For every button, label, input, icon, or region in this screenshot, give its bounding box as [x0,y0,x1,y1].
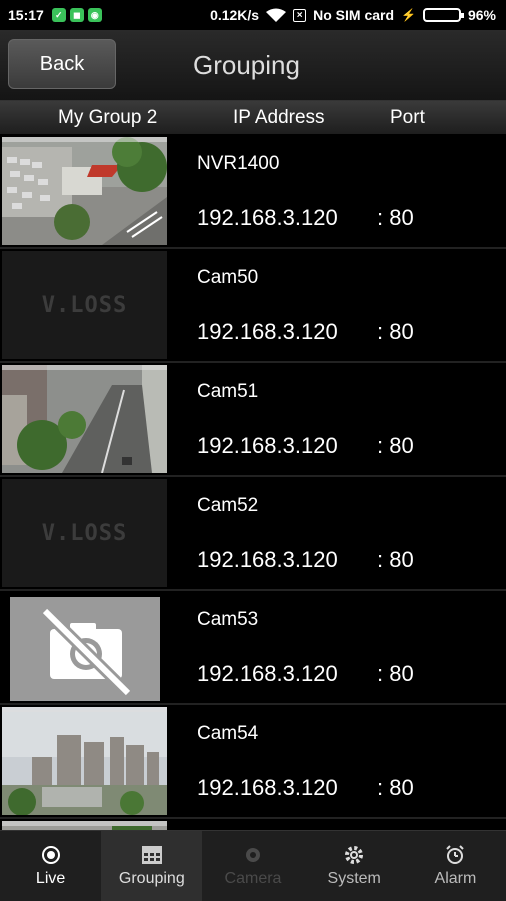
app-header: Back Grouping [0,30,506,101]
battery-percent: 96% [467,7,496,23]
no-camera-icon [40,606,133,698]
sim-status: No SIM card [313,7,395,23]
tab-alarm[interactable]: Alarm [405,831,506,901]
camera-thumbnail [2,365,167,473]
network-speed: 0.12K/s [210,7,260,23]
video-loss-placeholder: V.LOSS [2,251,167,359]
line-notification-icon: ◼ [69,8,84,22]
device-ip: 192.168.3.120 [197,319,338,344]
camera-thumbnail: V.LOSS [2,479,167,587]
device-name: Cam50 [197,267,259,288]
device-name: Cam51 [197,381,259,402]
device-port: : 80 [377,433,414,458]
ip-column-header: IP Address [233,107,325,128]
grouping-icon [141,844,163,866]
tab-label: Camera [224,870,282,887]
wifi-icon [266,8,287,22]
bottom-tab-bar: Live Grouping Camera System Alarm [0,830,506,901]
device-name: NVR1400 [197,153,280,174]
device-ip: 192.168.3.120 [197,661,338,686]
battery-icon [422,8,464,22]
device-list[interactable]: NVR1400 192.168.3.120 : 80 V.LOSS Cam50 … [0,135,506,830]
camera-thumbnail [2,821,167,830]
device-row[interactable]: V.LOSS Cam50 192.168.3.120 : 80 [0,249,506,363]
tab-label: Live [35,870,66,887]
status-bar: 15:17 ✓ ◼ ◉ 0.12K/s × No SIM card ⚡ 96% [0,0,506,30]
camera-thumbnail [10,597,160,701]
notification-icons: ✓ ◼ ◉ [51,8,102,22]
group-name-header[interactable]: My Group 2 [58,107,157,129]
device-row[interactable]: Cam54 192.168.3.120 : 80 [0,705,506,819]
device-name: Cam52 [197,495,259,516]
device-port: : 80 [377,547,414,572]
tab-label: Alarm [434,870,477,887]
city-skyline-image [2,707,167,815]
port-column-header: Port [390,107,425,128]
tab-label: System [327,870,381,887]
device-row[interactable]: V.LOSS Cam52 192.168.3.120 : 80 [0,477,506,591]
street-image [2,821,167,830]
app-notification-icon: ✓ [51,8,66,22]
sim-icon: × [293,8,307,22]
video-loss-placeholder: V.LOSS [2,479,167,587]
back-button[interactable]: Back [8,39,116,89]
status-right: 0.12K/s × No SIM card ⚡ 96% [210,7,496,23]
page-title: Grouping [193,50,300,80]
device-name: Cam54 [197,723,259,744]
device-ip: 192.168.3.120 [197,433,338,458]
device-name: Cam53 [197,609,259,630]
device-row[interactable]: Cam51 192.168.3.120 : 80 [0,363,506,477]
device-row[interactable]: Cam53 192.168.3.120 : 80 [0,591,506,705]
camera-thumbnail: V.LOSS [2,251,167,359]
gear-icon [343,844,365,866]
column-header: My Group 2 IP Address Port [0,101,506,134]
device-row[interactable] [0,819,506,830]
device-port: : 80 [377,775,414,800]
tab-system[interactable]: System [304,831,405,901]
alarm-clock-icon [444,844,466,866]
device-ip: 192.168.3.120 [197,205,338,230]
device-port: : 80 [377,319,414,344]
device-port: : 80 [377,661,414,686]
street-parking-image [2,137,167,245]
tab-label: Grouping [118,870,185,887]
tab-grouping[interactable]: Grouping [101,831,203,901]
clock: 15:17 [8,7,44,23]
device-port: : 80 [377,205,414,230]
camera-thumbnail [2,137,167,245]
tab-camera[interactable]: Camera [202,831,303,901]
street-road-image [2,365,167,473]
charging-icon: ⚡ [401,8,416,22]
camera-thumbnail [2,707,167,815]
wechat-notification-icon: ◉ [87,8,102,22]
camera-icon [242,844,264,866]
live-icon [40,844,62,866]
device-ip: 192.168.3.120 [197,775,338,800]
device-ip: 192.168.3.120 [197,547,338,572]
tab-live[interactable]: Live [0,831,101,901]
device-row[interactable]: NVR1400 192.168.3.120 : 80 [0,135,506,249]
